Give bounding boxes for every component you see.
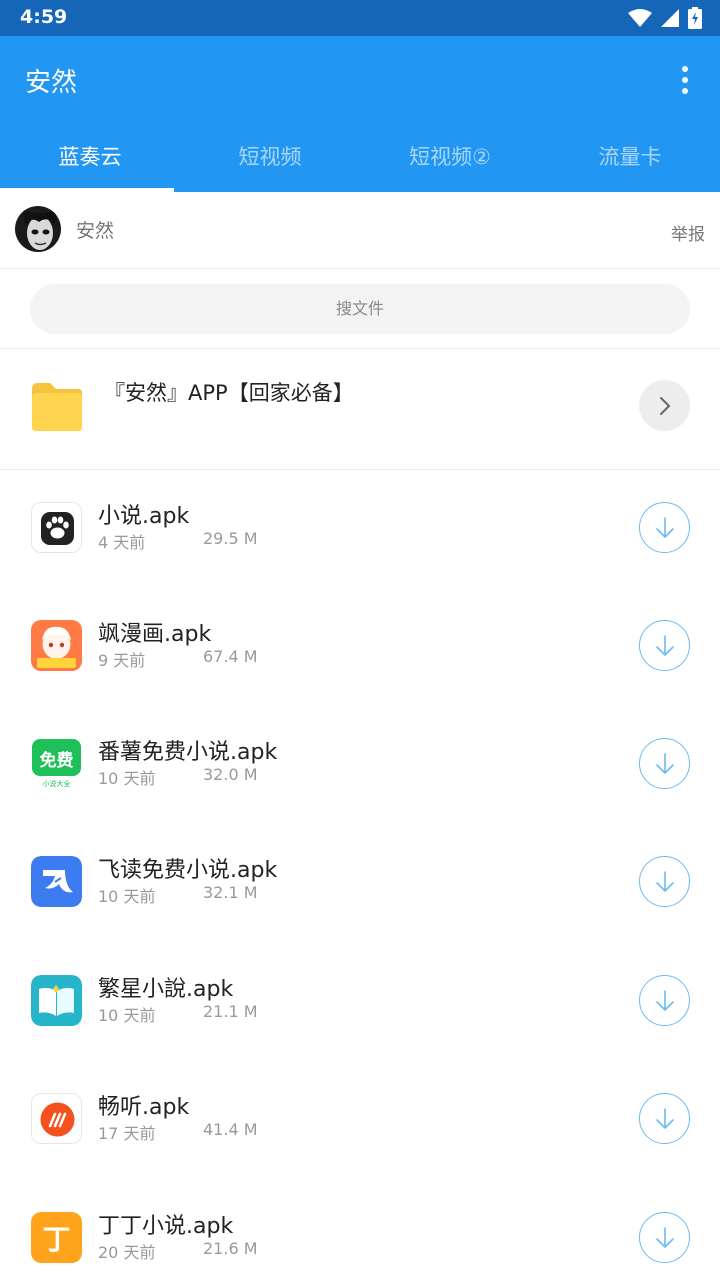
file-name: 繁星小說.apk: [98, 977, 234, 1002]
file-name: 飞读免费小说.apk: [98, 858, 278, 883]
file-size: 21.1 M: [203, 1002, 258, 1021]
folder-name: 『安然』APP【回家必备】: [104, 381, 354, 405]
free-badge-text: 免费: [40, 750, 74, 771]
chevron-right-icon: [659, 396, 670, 415]
search-section: 搜文件: [0, 269, 720, 349]
file-age: 20 天前: [98, 1243, 156, 1262]
file-age: 17 天前: [98, 1124, 156, 1143]
report-link[interactable]: 举报: [671, 220, 705, 245]
more-options-icon[interactable]: [680, 66, 690, 94]
file-age: 4 天前: [98, 533, 146, 552]
download-button[interactable]: [639, 856, 690, 907]
paw-icon: [31, 502, 82, 553]
avatar[interactable]: [15, 206, 61, 252]
folder-open-button[interactable]: [639, 380, 690, 431]
file-size: 32.0 M: [203, 765, 258, 784]
file-size: 29.5 M: [203, 529, 258, 548]
tab-short-video[interactable]: 短视频: [180, 136, 360, 192]
battery-icon: [688, 7, 702, 29]
download-arrow-icon: [655, 870, 674, 892]
tab-bar: 蓝奏云 短视频 短视频② 流量卡: [0, 136, 720, 192]
file-row[interactable]: 飞读免费小说.apk 10 天前 32.1 M: [0, 824, 720, 942]
download-arrow-icon: [655, 752, 674, 774]
feidu-icon: [31, 856, 82, 907]
file-row[interactable]: 免费 小说大全 番薯免费小说.apk 10 天前 32.0 M: [0, 706, 720, 824]
audio-icon: [31, 1093, 82, 1144]
download-button[interactable]: [639, 502, 690, 553]
download-arrow-icon: [655, 989, 674, 1011]
profile-name: 安然: [76, 220, 115, 242]
anime-girl-icon: [31, 620, 82, 671]
open-book-icon: [31, 975, 82, 1026]
app-title: 安然: [25, 68, 78, 98]
file-name: 丁丁小说.apk: [98, 1214, 234, 1239]
file-name: 番薯免费小说.apk: [98, 740, 278, 765]
file-name: 飒漫画.apk: [98, 622, 212, 647]
file-age: 10 天前: [98, 887, 156, 906]
search-input[interactable]: 搜文件: [30, 284, 690, 334]
ding-badge-text: 丁: [42, 1223, 70, 1256]
file-age: 9 天前: [98, 651, 146, 670]
file-row[interactable]: 丁 丁丁小说.apk 20 天前 21.6 M: [0, 1180, 720, 1280]
file-age: 10 天前: [98, 769, 156, 788]
status-bar: 4:59: [0, 0, 720, 36]
novel-suite-text: 小说大全: [43, 779, 71, 788]
tab-data-card[interactable]: 流量卡: [540, 136, 720, 192]
file-row[interactable]: 小说.apk 4 天前 29.5 M: [0, 470, 720, 588]
folder-icon: [32, 383, 82, 431]
tab-short-video-2[interactable]: 短视频②: [360, 136, 540, 192]
download-button[interactable]: [639, 1212, 690, 1263]
dingding-icon: 丁: [31, 1212, 82, 1263]
download-arrow-icon: [655, 1226, 674, 1248]
free-novel-icon: 免费 小说大全: [31, 738, 82, 789]
file-row[interactable]: 畅听.apk 17 天前 41.4 M: [0, 1061, 720, 1179]
download-arrow-icon: [655, 1107, 674, 1129]
profile-row: 安然 举报: [0, 192, 720, 269]
signal-icon: [661, 9, 679, 27]
file-row[interactable]: 飒漫画.apk 9 天前 67.4 M: [0, 588, 720, 706]
file-size: 32.1 M: [203, 883, 258, 902]
file-name: 小说.apk: [98, 504, 190, 529]
download-arrow-icon: [655, 634, 674, 656]
app-bar: 安然 蓝奏云 短视频 短视频② 流量卡: [0, 36, 720, 192]
folder-row[interactable]: 『安然』APP【回家必备】: [0, 349, 720, 470]
download-arrow-icon: [655, 516, 674, 538]
download-button[interactable]: [639, 1093, 690, 1144]
download-button[interactable]: [639, 738, 690, 789]
file-age: 10 天前: [98, 1006, 156, 1025]
file-size: 41.4 M: [203, 1120, 258, 1139]
tab-lanzouyun[interactable]: 蓝奏云: [0, 136, 180, 192]
file-size: 21.6 M: [203, 1239, 258, 1258]
file-size: 67.4 M: [203, 647, 258, 666]
status-time: 4:59: [20, 6, 68, 28]
download-button[interactable]: [639, 620, 690, 671]
file-name: 畅听.apk: [98, 1095, 190, 1120]
download-button[interactable]: [639, 975, 690, 1026]
wifi-icon: [628, 9, 652, 27]
file-row[interactable]: 繁星小說.apk 10 天前 21.1 M: [0, 943, 720, 1061]
